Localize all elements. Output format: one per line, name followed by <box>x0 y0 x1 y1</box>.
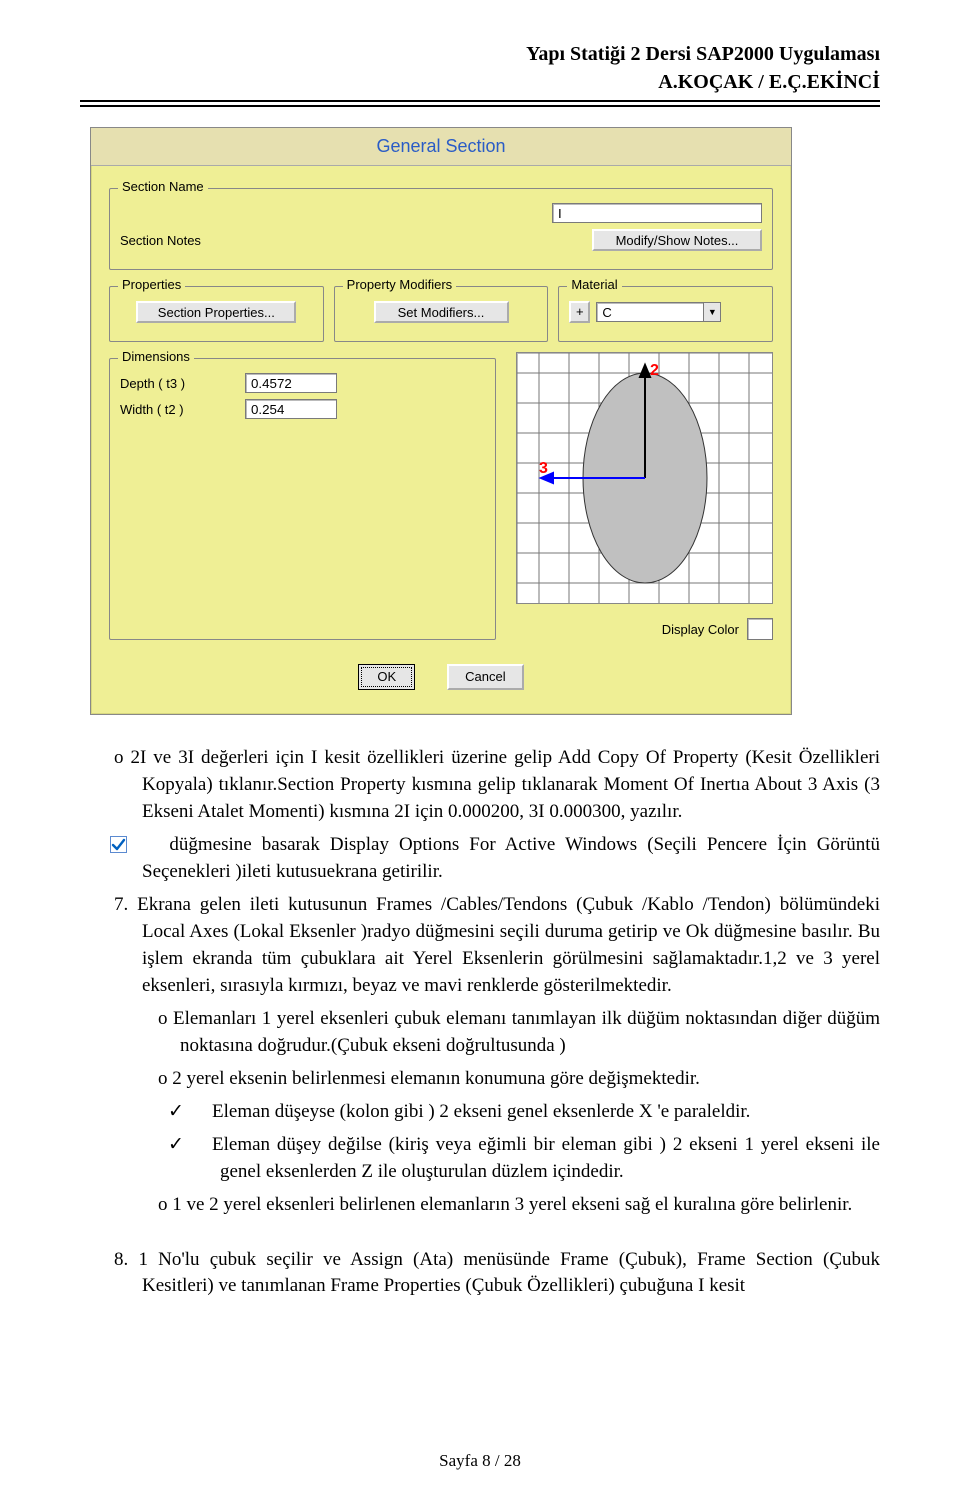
chevron-down-icon: ▼ <box>703 303 720 321</box>
dialog-title: General Section <box>91 128 791 166</box>
check-icon: ✓ <box>194 1132 212 1159</box>
dimensions-legend: Dimensions <box>118 349 194 364</box>
page-header-line2: A.KOÇAK / E.Ç.EKİNCİ <box>80 68 880 96</box>
check-icon: ✓ <box>194 1099 212 1126</box>
paragraph-7-check1: ✓Eleman düşeyse (kolon gibi ) 2 ekseni g… <box>80 1099 880 1126</box>
depth-input[interactable] <box>245 373 337 393</box>
section-name-input[interactable] <box>552 203 762 223</box>
paragraph-8: 8. 1 No'lu çubuk seçilir ve Assign (Ata)… <box>80 1247 880 1301</box>
width-label: Width ( t2 ) <box>120 402 245 417</box>
section-preview-panel: 2 3 Display Color <box>516 350 773 648</box>
ok-button[interactable]: OK <box>358 664 415 690</box>
set-modifiers-button[interactable]: Set Modifiers... <box>374 301 509 323</box>
paragraph-6: 6. düğmesine basarak Display Options For… <box>80 832 880 886</box>
display-color-label: Display Color <box>662 622 739 637</box>
material-legend: Material <box>567 277 621 292</box>
document-body: o 2I ve 3I değerleri için I kesit özelli… <box>80 745 880 1300</box>
property-modifiers-group: Property Modifiers Set Modifiers... <box>334 286 549 342</box>
add-material-button[interactable]: + <box>569 301 590 323</box>
paragraph-7-sub3: o 1 ve 2 yerel eksenleri belirlenen elem… <box>80 1192 880 1219</box>
material-value: C <box>597 305 703 320</box>
cancel-button[interactable]: Cancel <box>447 664 523 690</box>
paragraph-7-check2: ✓Eleman düşey değilse (kiriş veya eğimli… <box>80 1132 880 1186</box>
depth-label: Depth ( t3 ) <box>120 376 245 391</box>
section-name-legend: Section Name <box>118 179 208 194</box>
dimensions-group: Dimensions Depth ( t3 ) Width ( t2 ) <box>109 358 496 640</box>
section-name-group: Section Name Section Notes Modify/Show N… <box>109 188 773 270</box>
material-group: Material + C ▼ <box>558 286 773 342</box>
modify-show-notes-button[interactable]: Modify/Show Notes... <box>592 229 762 251</box>
paragraph-2i-3i: o 2I ve 3I değerleri için I kesit özelli… <box>80 745 880 826</box>
paragraph-7-sub1: o Elemanları 1 yerel eksenleri çubuk ele… <box>80 1006 880 1060</box>
item-6-text: düğmesine basarak Display Options For Ac… <box>142 834 880 882</box>
axis-2-label: 2 <box>650 362 659 379</box>
checkbox-icon <box>138 835 155 852</box>
properties-legend: Properties <box>118 277 185 292</box>
property-modifiers-legend: Property Modifiers <box>343 277 456 292</box>
width-input[interactable] <box>245 399 337 419</box>
properties-group: Properties Section Properties... <box>109 286 324 342</box>
section-preview-svg: 2 3 <box>517 353 772 603</box>
section-properties-button[interactable]: Section Properties... <box>136 301 296 323</box>
paragraph-7: 7. Ekrana gelen ileti kutusunun Frames /… <box>80 892 880 1000</box>
general-section-dialog: General Section Section Name Section Not… <box>90 127 792 715</box>
paragraph-7-sub2: o 2 yerel eksenin belirlenmesi elemanın … <box>80 1066 880 1093</box>
page-footer: Sayfa 8 / 28 <box>0 1451 960 1471</box>
section-notes-label: Section Notes <box>120 233 275 248</box>
axis-3-label: 3 <box>539 460 548 477</box>
material-select[interactable]: C ▼ <box>596 302 721 322</box>
display-color-swatch[interactable] <box>747 618 773 640</box>
section-preview: 2 3 <box>516 352 773 604</box>
page-header-line1: Yapı Statiği 2 Dersi SAP2000 Uygulaması <box>80 40 880 68</box>
header-divider <box>80 100 880 107</box>
